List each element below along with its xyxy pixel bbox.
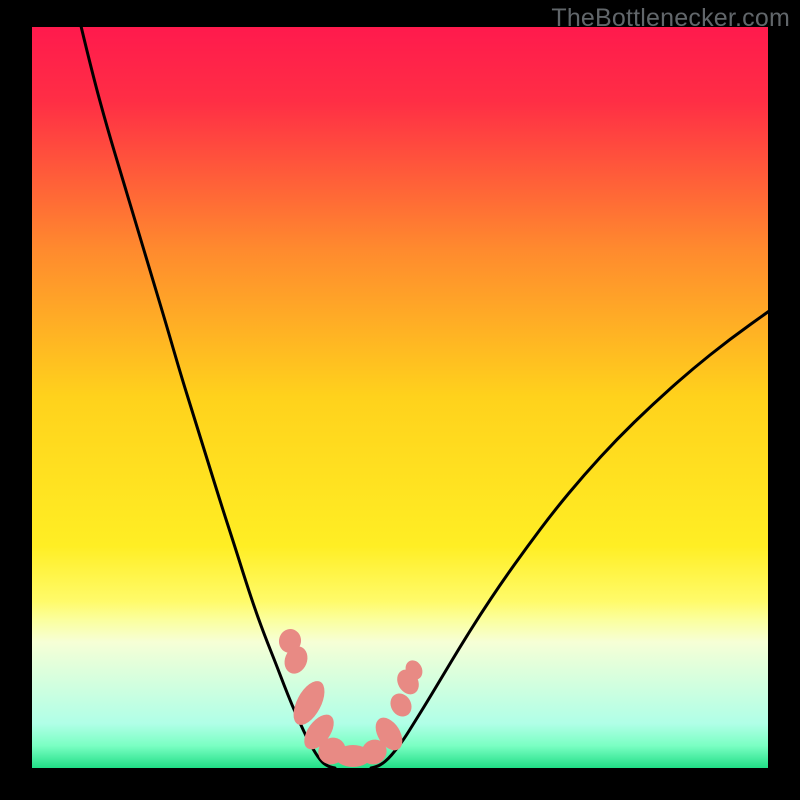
chart-frame bbox=[32, 27, 768, 768]
bottleneck-chart bbox=[32, 27, 768, 768]
watermark-text: TheBottlenecker.com bbox=[551, 4, 790, 33]
gradient-background bbox=[32, 27, 768, 768]
